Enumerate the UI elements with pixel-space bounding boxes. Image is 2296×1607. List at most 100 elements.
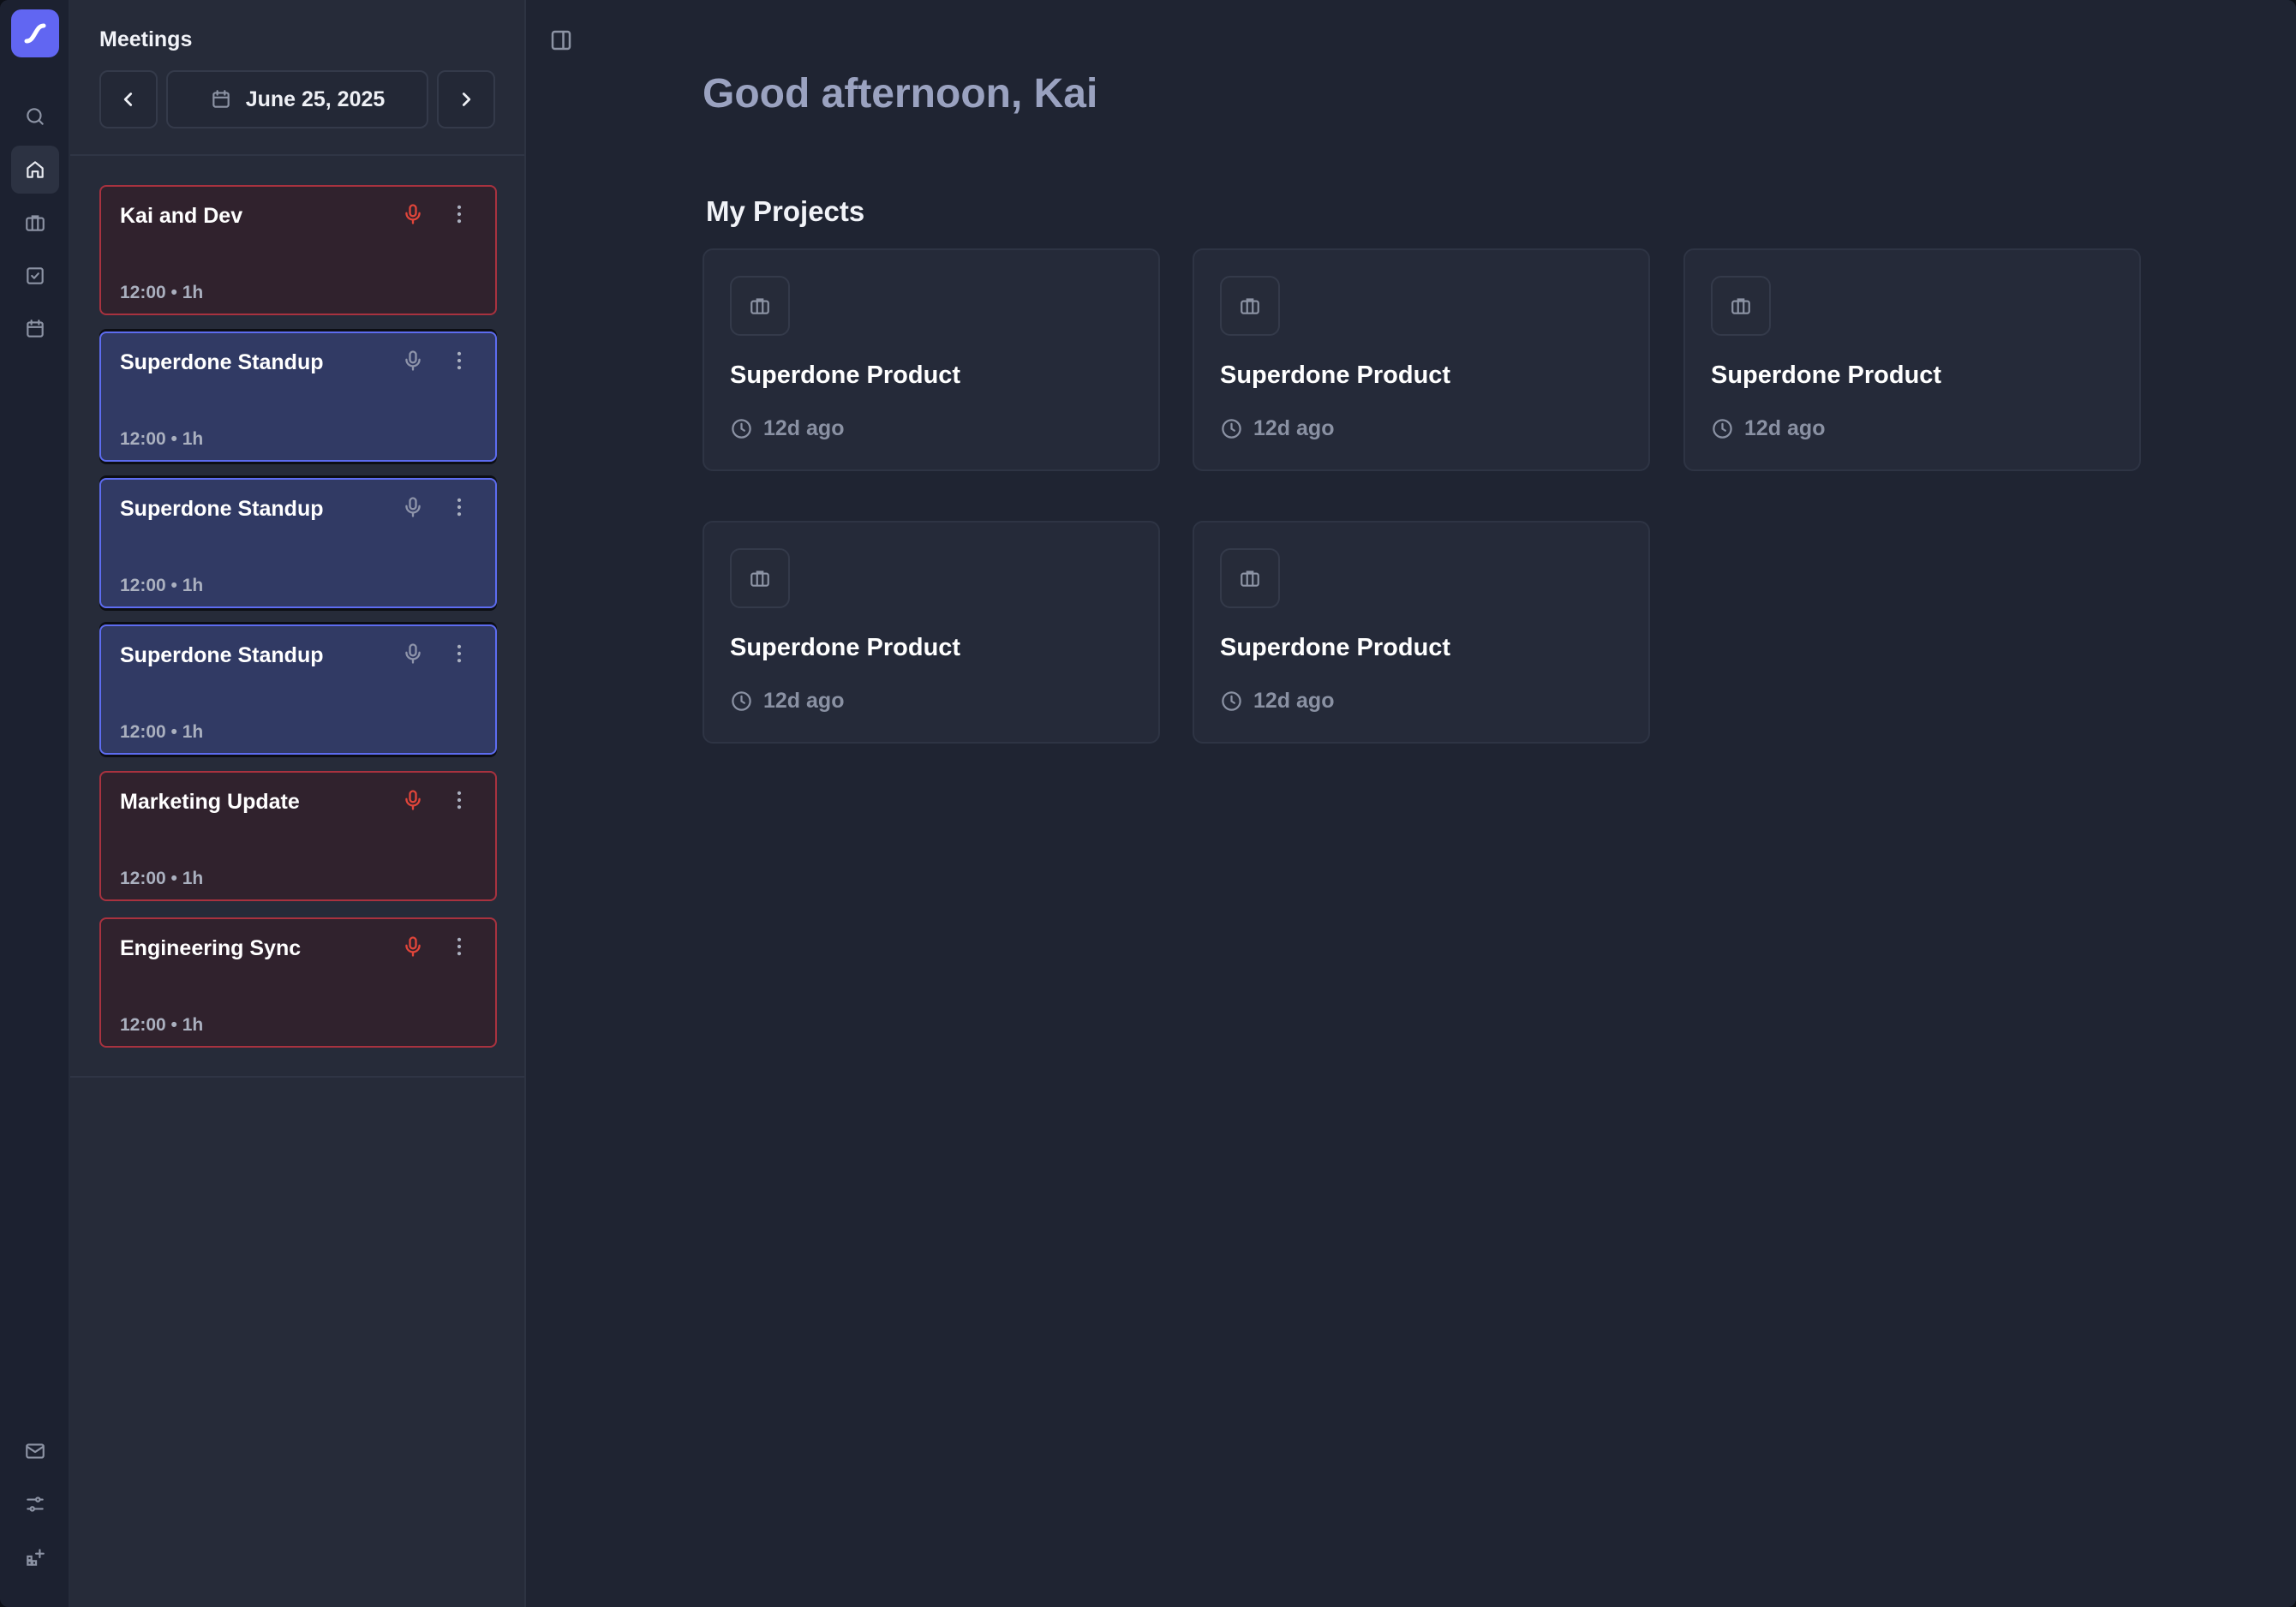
date-navigator: June 25, 2025 — [99, 70, 495, 128]
sliders-icon — [27, 1496, 44, 1512]
project-updated: 12d ago — [730, 416, 844, 441]
meeting-title: Superdone Standup — [120, 643, 324, 667]
briefcase-icon — [750, 298, 769, 314]
meeting-time: 12:00 • 1h — [120, 576, 204, 595]
briefcase-icon — [1241, 571, 1259, 587]
divider — [70, 1076, 524, 1078]
meeting-card[interactable]: Marketing Update 12:00 • 1h — [99, 771, 497, 901]
project-updated-text: 12d ago — [1744, 416, 1826, 440]
meetings-panel: Meetings June 25, 2025 Kai and Dev 12:00… — [70, 0, 526, 1607]
more-options-icon[interactable] — [447, 202, 471, 226]
clock-icon — [1222, 419, 1241, 439]
project-updated-text: 12d ago — [763, 416, 845, 440]
meeting-time: 12:00 • 1h — [120, 722, 204, 742]
clock-icon — [1222, 691, 1241, 711]
microphone-icon[interactable] — [401, 349, 425, 373]
meeting-card[interactable]: Superdone Standup 12:00 • 1h — [99, 332, 497, 462]
projects-heading: My Projects — [706, 195, 865, 227]
rail-tasks-button[interactable] — [11, 252, 59, 300]
meeting-time: 12:00 • 1h — [120, 869, 204, 888]
project-card[interactable]: Superdone Product 12d ago — [1193, 248, 1650, 471]
briefcase-icon — [750, 571, 769, 587]
project-icon-box — [1220, 276, 1280, 336]
microphone-icon[interactable] — [401, 788, 425, 812]
rail-search-button[interactable] — [11, 93, 59, 140]
date-picker[interactable]: June 25, 2025 — [166, 70, 428, 128]
calendar-icon — [212, 90, 230, 108]
meeting-title: Marketing Update — [120, 790, 300, 814]
meetings-title: Meetings — [99, 27, 193, 51]
clock-icon — [732, 419, 751, 439]
main-content: Good afternoon, Kai My Projects Superdon… — [526, 0, 2296, 1607]
rail-home-button[interactable] — [11, 146, 59, 194]
project-updated-text: 12d ago — [763, 689, 845, 713]
clock-icon — [1713, 419, 1732, 439]
project-updated: 12d ago — [1220, 689, 1334, 714]
more-options-icon[interactable] — [447, 788, 471, 812]
rail-settings-button[interactable] — [11, 1480, 59, 1528]
project-card[interactable]: Superdone Product 12d ago — [703, 248, 1160, 471]
next-day-button[interactable] — [437, 70, 495, 128]
sidebar-toggle-icon[interactable] — [548, 27, 574, 53]
project-icon-box — [730, 548, 790, 608]
clock-icon — [732, 691, 751, 711]
project-icon-box — [1220, 548, 1280, 608]
meeting-title: Superdone Standup — [120, 497, 324, 521]
project-name: Superdone Product — [1711, 361, 1942, 389]
mail-icon — [26, 1443, 45, 1459]
meeting-card[interactable]: Engineering Sync 12:00 • 1h — [99, 917, 497, 1048]
project-updated-text: 12d ago — [1253, 689, 1335, 713]
more-options-icon[interactable] — [447, 495, 471, 519]
project-updated: 12d ago — [1220, 416, 1334, 441]
meeting-card[interactable]: Kai and Dev 12:00 • 1h — [99, 185, 497, 315]
project-card[interactable]: Superdone Product 12d ago — [703, 521, 1160, 744]
project-name: Superdone Product — [730, 634, 961, 661]
meeting-time: 12:00 • 1h — [120, 429, 204, 449]
check-square-icon — [27, 267, 44, 284]
microphone-icon[interactable] — [401, 935, 425, 959]
meeting-card[interactable]: Superdone Standup 12:00 • 1h — [99, 478, 497, 608]
project-card[interactable]: Superdone Product 12d ago — [1193, 521, 1650, 744]
project-updated: 12d ago — [730, 689, 844, 714]
rail-mail-button[interactable] — [11, 1427, 59, 1475]
project-card[interactable]: Superdone Product 12d ago — [1683, 248, 2141, 471]
logo-icon — [24, 23, 46, 44]
project-name: Superdone Product — [1220, 361, 1451, 389]
chevron-left-icon — [123, 93, 133, 106]
meeting-card[interactable]: Superdone Standup 12:00 • 1h — [99, 624, 497, 755]
project-updated-text: 12d ago — [1253, 416, 1335, 440]
microphone-icon[interactable] — [401, 495, 425, 519]
greeting: Good afternoon, Kai — [703, 71, 1098, 116]
project-updated: 12d ago — [1711, 416, 1825, 441]
microphone-icon[interactable] — [401, 202, 425, 226]
project-icon-box — [730, 276, 790, 336]
briefcase-icon — [26, 215, 45, 231]
app-logo[interactable] — [11, 9, 59, 57]
project-name: Superdone Product — [730, 361, 961, 389]
divider — [70, 154, 524, 156]
project-icon-box — [1711, 276, 1771, 336]
briefcase-icon — [1241, 298, 1259, 314]
more-options-icon[interactable] — [447, 935, 471, 959]
grid-add-icon — [27, 1549, 45, 1566]
chevron-right-icon — [462, 93, 471, 106]
meeting-time: 12:00 • 1h — [120, 283, 204, 302]
meeting-title: Engineering Sync — [120, 936, 302, 960]
meeting-title: Superdone Standup — [120, 350, 324, 374]
briefcase-icon — [1731, 298, 1750, 314]
calendar-icon — [27, 320, 44, 338]
selected-date: June 25, 2025 — [245, 87, 386, 111]
previous-day-button[interactable] — [99, 70, 158, 128]
meeting-time: 12:00 • 1h — [120, 1015, 204, 1035]
app-window: Meetings June 25, 2025 Kai and Dev 12:00… — [0, 0, 2296, 1607]
icon-rail — [0, 0, 70, 1607]
rail-calendar-button[interactable] — [11, 305, 59, 353]
microphone-icon[interactable] — [401, 642, 425, 666]
home-icon — [27, 161, 44, 178]
more-options-icon[interactable] — [447, 642, 471, 666]
search-icon — [27, 108, 44, 125]
meeting-title: Kai and Dev — [120, 204, 243, 228]
more-options-icon[interactable] — [447, 349, 471, 373]
rail-apps-button[interactable] — [11, 1533, 59, 1581]
rail-projects-button[interactable] — [11, 199, 59, 247]
